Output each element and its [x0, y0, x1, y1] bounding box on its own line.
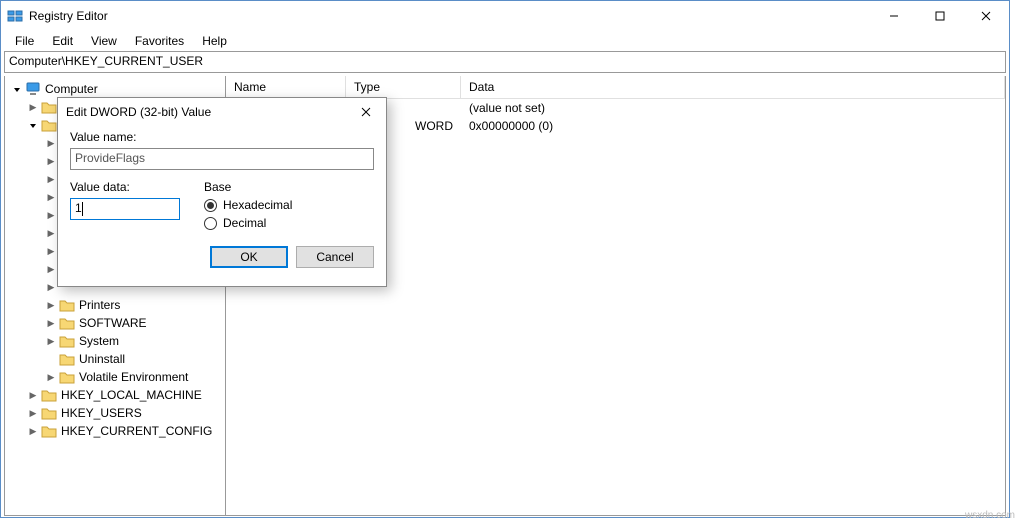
tree-label: System: [79, 334, 119, 348]
expander-icon[interactable]: ▶: [45, 335, 57, 347]
computer-icon: [25, 82, 41, 96]
folder-icon: [41, 100, 57, 114]
expander-icon[interactable]: [45, 353, 57, 365]
tree-node-system[interactable]: ▶ System: [5, 332, 225, 350]
radio-hexadecimal[interactable]: Hexadecimal: [204, 198, 292, 212]
ok-button[interactable]: OK: [210, 246, 288, 268]
address-bar[interactable]: Computer\HKEY_CURRENT_USER: [4, 51, 1006, 73]
folder-icon: [41, 388, 57, 402]
value-data-field[interactable]: 1: [70, 198, 180, 220]
tree-node-hkcc[interactable]: ▶ HKEY_CURRENT_CONFIG: [5, 422, 225, 440]
dialog-titlebar: Edit DWORD (32-bit) Value: [58, 98, 386, 126]
regedit-icon: [7, 8, 23, 24]
close-button[interactable]: [963, 1, 1009, 31]
tree-node-printers[interactable]: ▶ Printers: [5, 296, 225, 314]
folder-icon: [41, 424, 57, 438]
folder-icon: [59, 298, 75, 312]
watermark: wsxdn.com: [965, 510, 1015, 521]
dialog-title: Edit DWORD (32-bit) Value: [66, 105, 346, 119]
menu-view[interactable]: View: [83, 32, 125, 50]
dialog-close-button[interactable]: [346, 98, 386, 126]
column-data[interactable]: Data: [461, 76, 1005, 98]
expander-icon[interactable]: ▶: [27, 407, 39, 419]
menu-favorites[interactable]: Favorites: [127, 32, 192, 50]
tree-node-software[interactable]: ▶ SOFTWARE: [5, 314, 225, 332]
expander-icon[interactable]: ▶: [27, 389, 39, 401]
dialog-body: Value name: ProvideFlags Value data: 1 B…: [58, 126, 386, 238]
cancel-button[interactable]: Cancel: [296, 246, 374, 268]
value-data-text: 1: [75, 201, 82, 215]
tree-node-hklm[interactable]: ▶ HKEY_LOCAL_MACHINE: [5, 386, 225, 404]
expander-icon[interactable]: [27, 119, 39, 131]
value-name-label: Value name:: [70, 130, 374, 144]
expander-icon[interactable]: ▶: [27, 101, 39, 113]
base-group: Base Hexadecimal Decimal: [204, 180, 292, 234]
radio-decimal[interactable]: Decimal: [204, 216, 292, 230]
cell-data: 0x00000000 (0): [461, 119, 1005, 133]
expander-icon[interactable]: ▶: [45, 245, 57, 257]
expander-icon[interactable]: ▶: [45, 263, 57, 275]
list-header: Name Type Data: [226, 76, 1005, 99]
tree-label: HKEY_USERS: [61, 406, 142, 420]
expander-icon[interactable]: ▶: [27, 425, 39, 437]
menu-file[interactable]: File: [7, 32, 42, 50]
folder-icon: [59, 334, 75, 348]
folder-icon: [59, 316, 75, 330]
radio-label: Decimal: [223, 216, 266, 230]
edit-dword-dialog: Edit DWORD (32-bit) Value Value name: Pr…: [57, 97, 387, 287]
tree-node-volatile-environment[interactable]: ▶ Volatile Environment: [5, 368, 225, 386]
expander-icon[interactable]: ▶: [45, 317, 57, 329]
menu-help[interactable]: Help: [194, 32, 235, 50]
expander-icon[interactable]: ▶: [45, 281, 57, 293]
cell-data: (value not set): [461, 101, 1005, 115]
expander-icon[interactable]: [11, 83, 23, 95]
expander-icon[interactable]: ▶: [45, 173, 57, 185]
tree-node-computer[interactable]: Computer: [5, 80, 225, 98]
window-title: Registry Editor: [29, 9, 871, 23]
folder-icon: [41, 118, 57, 132]
titlebar: Registry Editor: [1, 1, 1009, 31]
base-label: Base: [204, 180, 292, 194]
tree-label: HKEY_LOCAL_MACHINE: [61, 388, 202, 402]
radio-label: Hexadecimal: [223, 198, 292, 212]
minimize-button[interactable]: [871, 1, 917, 31]
tree-label: Printers: [79, 298, 120, 312]
tree-label: Uninstall: [79, 352, 125, 366]
value-data-label: Value data:: [70, 180, 180, 194]
expander-icon[interactable]: ▶: [45, 137, 57, 149]
radio-icon: [204, 199, 217, 212]
tree-node-uninstall[interactable]: Uninstall: [5, 350, 225, 368]
tree-label: HKEY_CURRENT_CONFIG: [61, 424, 212, 438]
expander-icon[interactable]: ▶: [45, 371, 57, 383]
expander-icon[interactable]: ▶: [45, 155, 57, 167]
menu-edit[interactable]: Edit: [44, 32, 81, 50]
expander-icon[interactable]: ▶: [45, 299, 57, 311]
tree-label: Computer: [45, 82, 98, 96]
folder-icon: [59, 370, 75, 384]
expander-icon[interactable]: ▶: [45, 227, 57, 239]
maximize-button[interactable]: [917, 1, 963, 31]
folder-icon: [59, 352, 75, 366]
radio-icon: [204, 217, 217, 230]
column-name[interactable]: Name: [226, 76, 346, 98]
expander-icon[interactable]: ▶: [45, 209, 57, 221]
menubar: File Edit View Favorites Help: [1, 31, 1009, 51]
tree-label: SOFTWARE: [79, 316, 147, 330]
value-name-field[interactable]: ProvideFlags: [70, 148, 374, 170]
tree-label: Volatile Environment: [79, 370, 188, 384]
column-type[interactable]: Type: [346, 76, 461, 98]
expander-icon[interactable]: ▶: [45, 191, 57, 203]
tree-node-hku[interactable]: ▶ HKEY_USERS: [5, 404, 225, 422]
folder-icon: [41, 406, 57, 420]
